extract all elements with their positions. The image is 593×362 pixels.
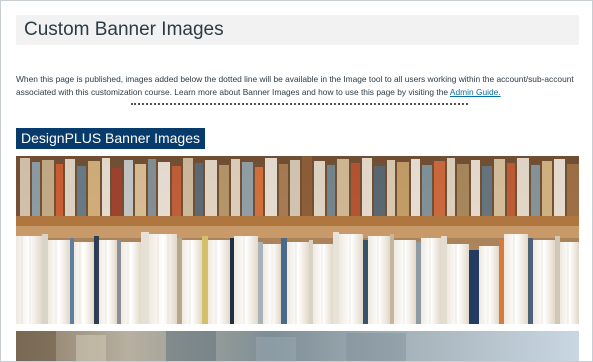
second-banner-illustration xyxy=(16,331,406,361)
page-frame: Custom Banner Images When this page is p… xyxy=(0,0,593,362)
admin-guide-link[interactable]: Admin Guide. xyxy=(450,87,501,97)
banner-image-bookshelves[interactable] xyxy=(16,156,579,324)
page-header: Custom Banner Images xyxy=(16,15,579,45)
page-title: Custom Banner Images xyxy=(24,19,224,40)
section-heading: DesignPLUS Banner Images xyxy=(16,128,205,149)
banner-image-second[interactable] xyxy=(16,331,579,361)
dotted-divider xyxy=(131,103,468,105)
bookshelf-illustration xyxy=(16,156,579,324)
intro-paragraph: When this page is published, images adde… xyxy=(16,73,576,98)
